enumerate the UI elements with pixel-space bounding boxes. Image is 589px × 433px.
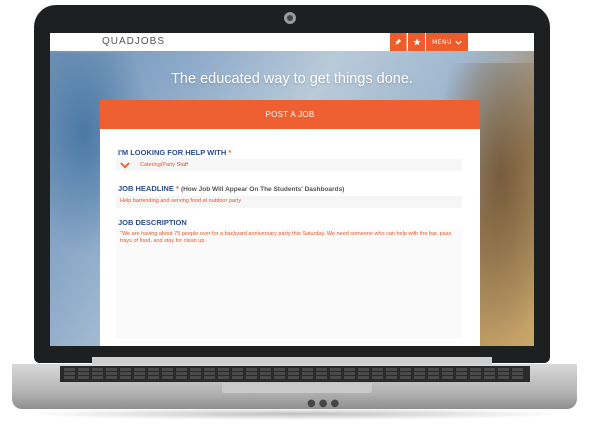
star-icon <box>412 38 421 46</box>
help-category-select[interactable]: Catering/Party Staff <box>116 159 462 171</box>
headline-hint: (How Job Will Appear On The Students' Da… <box>180 186 345 193</box>
help-label-text: I'M LOOKING FOR HELP WITH <box>118 148 227 157</box>
laptop-screen: QUADJOBS MENU The educated way to get th… <box>50 33 534 346</box>
menu-label: MENU <box>432 38 452 46</box>
pin-button[interactable] <box>390 33 407 51</box>
help-category-value: Catering/Party Staff <box>140 162 188 168</box>
laptop-indicator-dots: ●●● <box>307 398 343 409</box>
keyboard-row <box>64 372 526 375</box>
quadjobs-logo[interactable]: QUADJOBS <box>102 36 165 47</box>
keyboard-row <box>64 376 526 379</box>
job-description-value: "We are having about 75 people over for … <box>120 231 452 245</box>
help-label: I'M LOOKING FOR HELP WITH * <box>118 148 231 157</box>
chevron-down-icon <box>455 40 462 45</box>
chevron-down-icon <box>120 161 130 168</box>
description-label: JOB DESCRIPTION <box>118 218 187 227</box>
post-job-header: POST A JOB <box>100 100 480 129</box>
keyboard-row <box>64 368 526 371</box>
headline-label-text: JOB HEADLINE <box>118 184 174 193</box>
menu-button[interactable]: MENU <box>426 33 468 51</box>
laptop-shadow <box>20 408 570 420</box>
job-description-textarea[interactable]: "We are having about 75 people over for … <box>116 229 462 339</box>
camera-icon <box>284 12 296 24</box>
pin-icon <box>394 38 402 46</box>
job-headline-input[interactable]: Help bartending and serving food at outd… <box>116 196 462 208</box>
trackpad <box>222 383 372 393</box>
required-marker: * <box>175 184 179 193</box>
headline-label: JOB HEADLINE * (How Job Will Appear On T… <box>118 184 344 193</box>
top-nav: QUADJOBS MENU <box>50 33 534 51</box>
required-marker: * <box>228 148 232 157</box>
star-button[interactable] <box>408 33 425 51</box>
hero-title: The educated way to get things done. <box>171 71 413 87</box>
job-headline-value: Help bartending and serving food at outd… <box>120 198 242 204</box>
post-job-card: POST A JOB I'M LOOKING FOR HELP WITH * C… <box>100 100 480 346</box>
